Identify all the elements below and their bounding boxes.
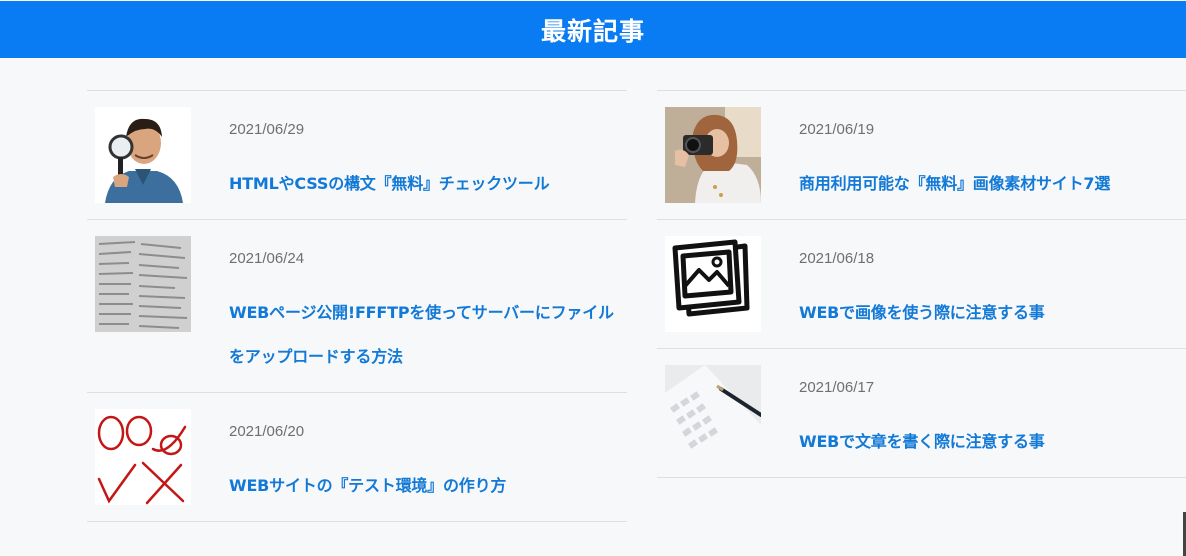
camera-woman-thumbnail[interactable] (665, 107, 761, 203)
article-column-right: 2021/06/19 商用利用可能な『無料』画像素材サイト7選 2021/06/… (657, 90, 1186, 478)
article-column-left: 2021/06/29 HTMLやCSSの構文『無料』チェックツール 2021/0… (87, 90, 627, 522)
article-title-link[interactable]: WEBページ公開!FFFTPを使ってサーバーにファイルをアップロードする方法 (229, 291, 623, 379)
article-date: 2021/06/20 (229, 423, 305, 440)
article-card[interactable]: 2021/06/29 HTMLやCSSの構文『無料』チェックツール (87, 91, 627, 220)
article-card[interactable]: 2021/06/20 WEBサイトの『テスト環境』の作り方 (87, 393, 627, 522)
article-date: 2021/06/29 (229, 121, 305, 138)
article-date: 2021/06/24 (229, 250, 305, 267)
red-check-marks-thumbnail[interactable] (95, 409, 191, 505)
article-date: 2021/06/19 (799, 121, 875, 138)
article-title-link[interactable]: 商用利用可能な『無料』画像素材サイト7選 (799, 162, 1182, 206)
article-title-link[interactable]: WEBで文章を書く際に注意する事 (799, 420, 1182, 464)
image-frames-icon[interactable] (665, 236, 761, 332)
article-card[interactable]: 2021/06/24 WEBページ公開!FFFTPを使ってサーバーにファイルをア… (87, 220, 627, 393)
section-title: 最新記事 (540, 16, 645, 46)
article-date: 2021/06/18 (799, 250, 875, 267)
article-card[interactable]: 2021/06/18 WEBで画像を使う際に注意する事 (657, 220, 1186, 349)
section-header: 最新記事 (0, 1, 1186, 58)
article-card[interactable]: 2021/06/19 商用利用可能な『無料』画像素材サイト7選 (657, 91, 1186, 220)
article-card[interactable]: 2021/06/17 WEBで文章を書く際に注意する事 (657, 349, 1186, 478)
article-title-link[interactable]: HTMLやCSSの構文『無料』チェックツール (229, 162, 623, 206)
keyboard-pen-thumbnail[interactable] (665, 365, 761, 461)
article-title-link[interactable]: WEBで画像を使う際に注意する事 (799, 291, 1182, 335)
article-date: 2021/06/17 (799, 379, 875, 396)
article-title-link[interactable]: WEBサイトの『テスト環境』の作り方 (229, 464, 623, 508)
man-magnifier-thumbnail[interactable] (95, 107, 191, 203)
file-list-thumbnail[interactable] (95, 236, 191, 332)
